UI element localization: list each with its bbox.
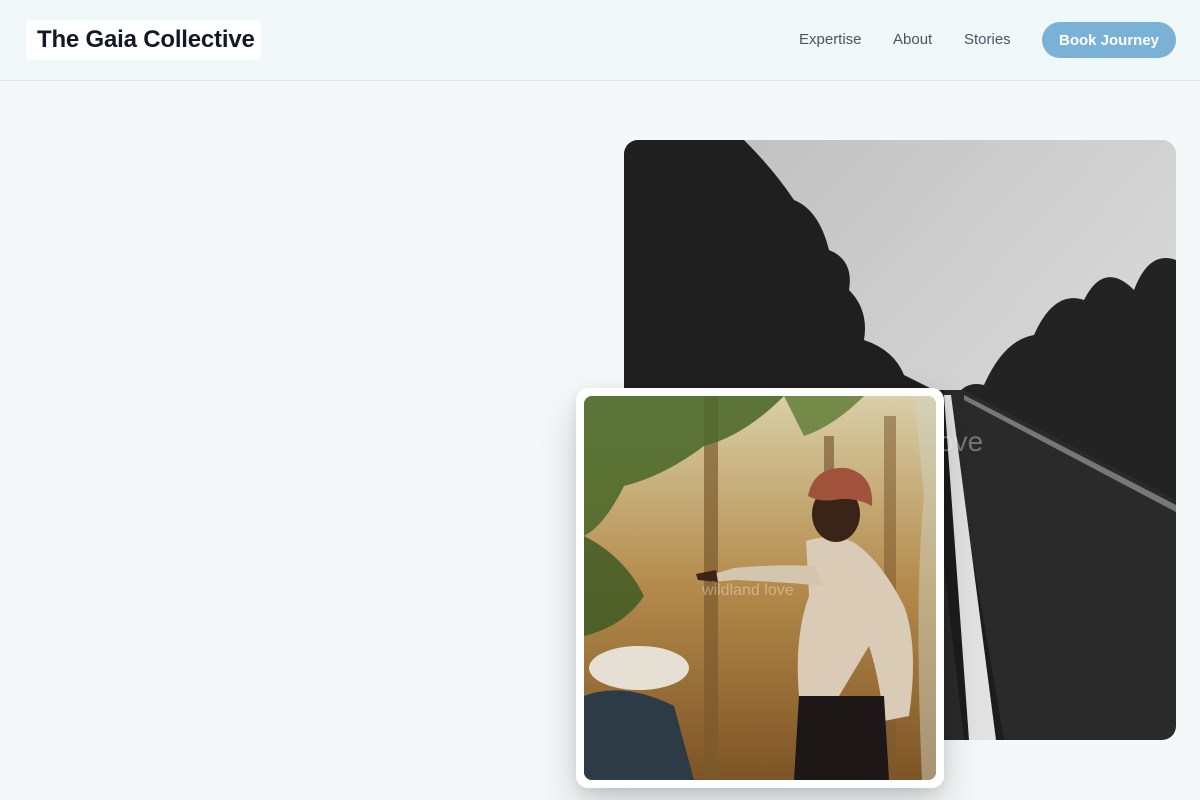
nav-link-about[interactable]: About xyxy=(893,31,932,49)
traveler-image xyxy=(584,396,936,780)
brand-logo[interactable]: The Gaia Collective xyxy=(26,20,261,60)
nav-link-stories[interactable]: Stories xyxy=(964,31,1011,49)
site-header: The Gaia Collective Expertise About Stor… xyxy=(0,0,1200,81)
book-journey-button[interactable]: Book Journey xyxy=(1042,22,1176,58)
nav-link-expertise[interactable]: Expertise xyxy=(799,31,862,49)
traveler-photo: wildland love xyxy=(584,396,936,780)
traveler-photo-card: wildland love xyxy=(576,388,944,788)
